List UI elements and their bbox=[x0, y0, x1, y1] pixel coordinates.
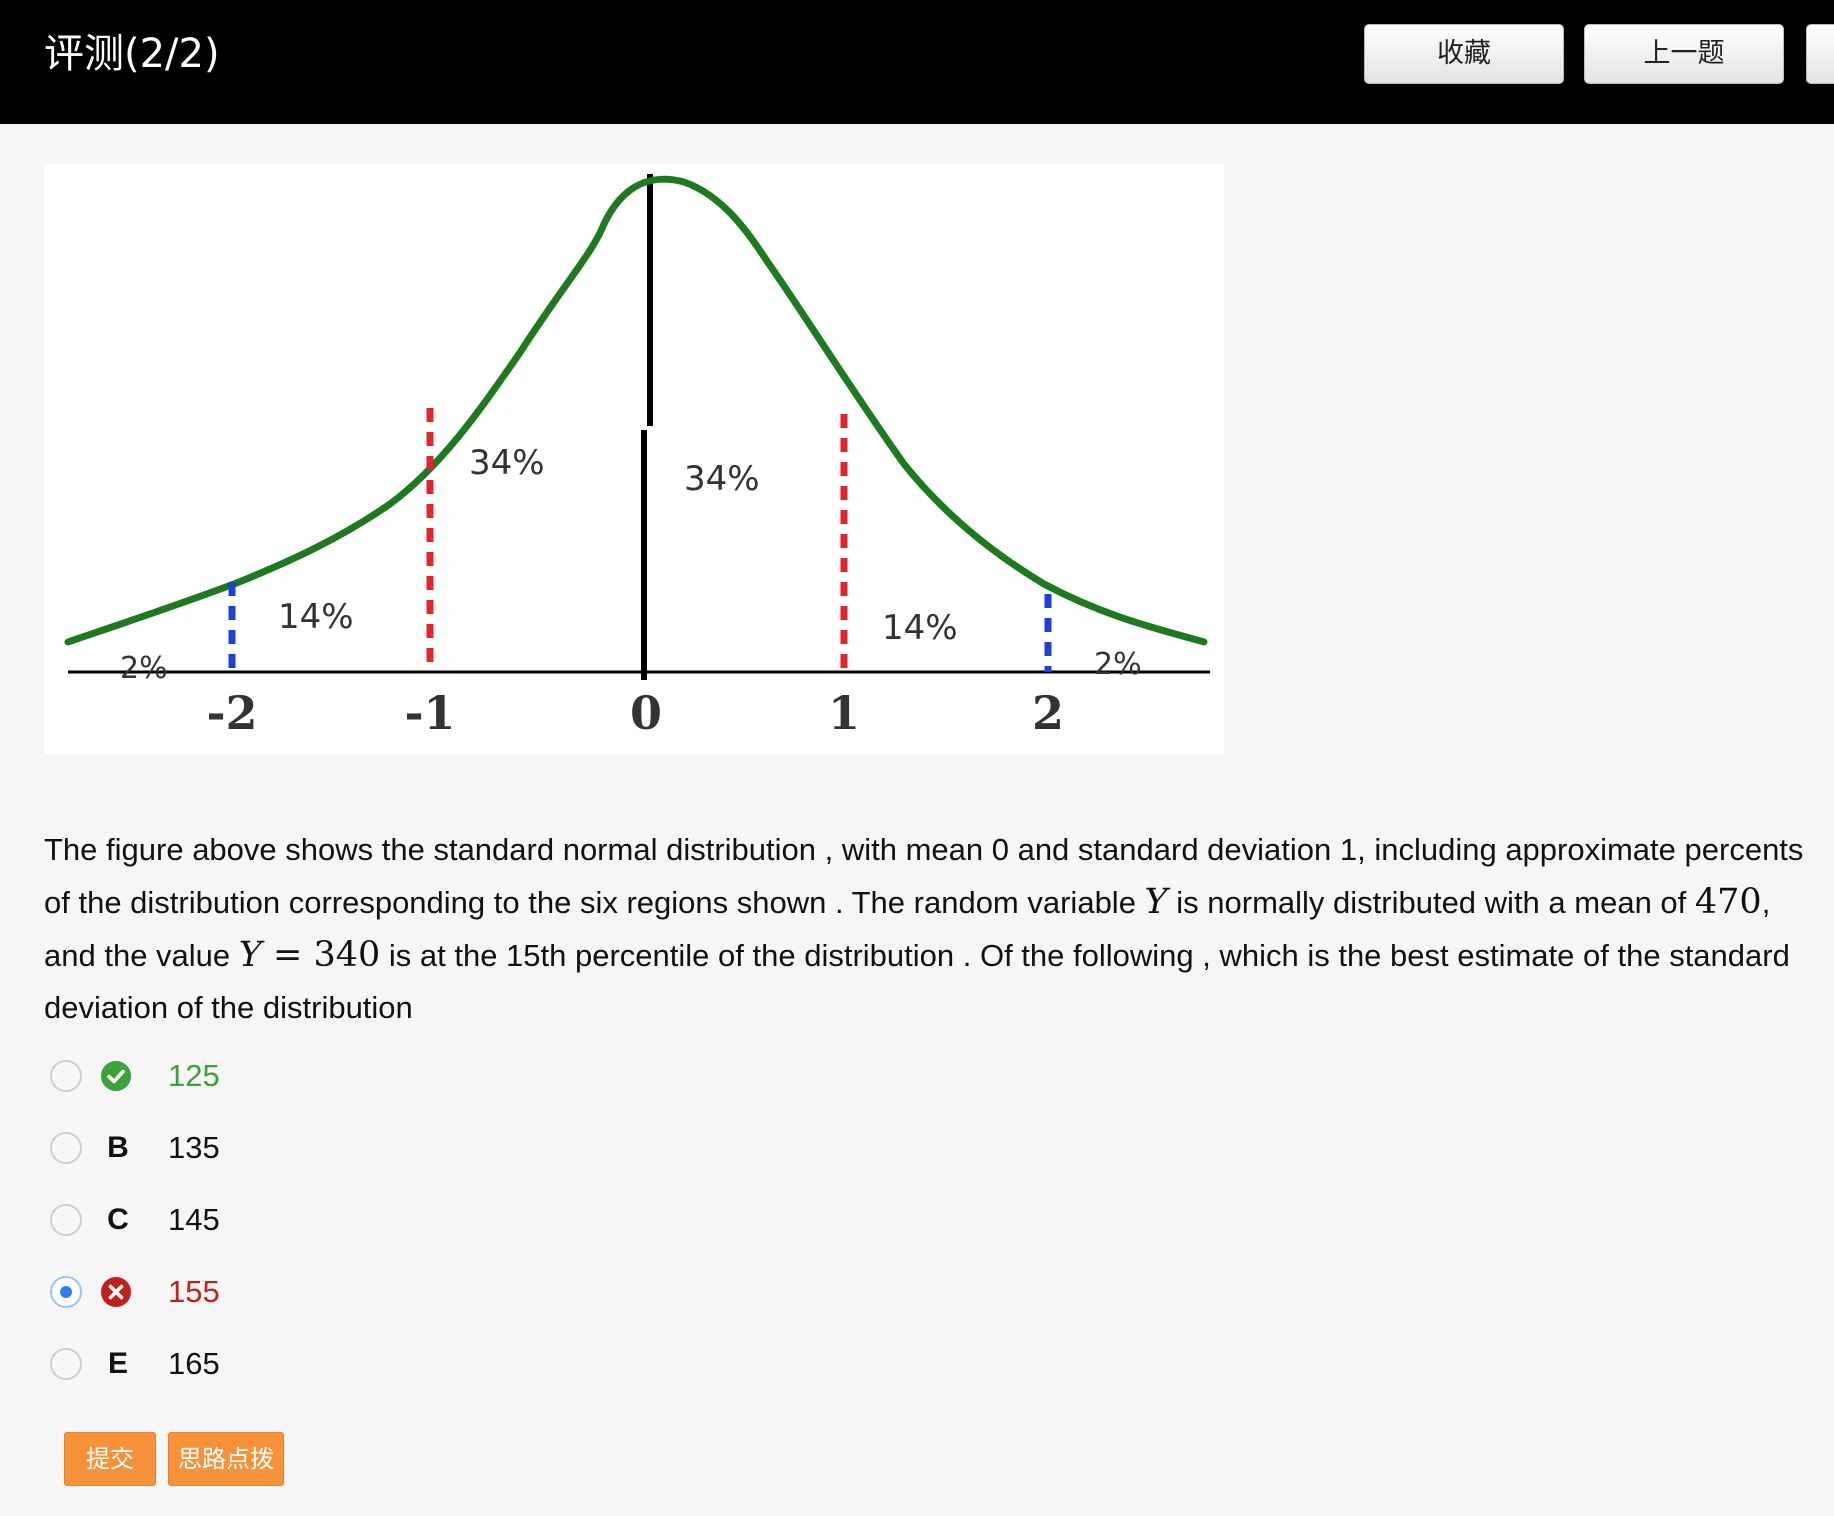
label-right-tail: 2% bbox=[1094, 647, 1142, 682]
option-d-text: 155 bbox=[168, 1274, 220, 1309]
option-a-radio[interactable] bbox=[50, 1060, 82, 1092]
hint-button[interactable]: 思路点拨 bbox=[168, 1432, 284, 1486]
tick-two: 2 bbox=[1032, 686, 1064, 740]
submit-button[interactable]: 提交 bbox=[64, 1432, 156, 1486]
question-value: 340 bbox=[313, 935, 381, 975]
tick-minus-two: -2 bbox=[206, 686, 257, 740]
tick-one: 1 bbox=[828, 686, 860, 740]
next-button-partial[interactable] bbox=[1806, 24, 1834, 84]
check-circle-icon bbox=[100, 1060, 132, 1092]
option-b-text: 135 bbox=[168, 1130, 220, 1165]
option-c-text: 145 bbox=[168, 1202, 220, 1237]
question-var2: Y bbox=[238, 935, 262, 975]
label-left-tail: 2% bbox=[120, 651, 168, 686]
page-title: 评测(2/2) bbox=[44, 31, 220, 77]
option-e-text: 165 bbox=[168, 1346, 220, 1381]
x-circle-icon bbox=[100, 1276, 132, 1308]
previous-question-button[interactable]: 上一题 bbox=[1584, 24, 1784, 84]
label-left-outer: 14% bbox=[278, 597, 354, 637]
option-b-radio[interactable] bbox=[50, 1132, 82, 1164]
option-c-radio[interactable] bbox=[50, 1204, 82, 1236]
question-var1: Y bbox=[1144, 882, 1168, 922]
question-part2: is normally distributed with a mean of bbox=[1167, 885, 1695, 920]
option-b-letter: B bbox=[107, 1131, 129, 1164]
option-e-radio[interactable] bbox=[50, 1348, 82, 1380]
question-text: The figure above shows the standard norm… bbox=[44, 824, 1824, 1034]
tick-zero: 0 bbox=[630, 686, 662, 740]
option-d-radio[interactable] bbox=[50, 1276, 82, 1308]
favorite-button[interactable]: 收藏 bbox=[1364, 24, 1564, 84]
option-b[interactable]: B 135 bbox=[50, 1126, 450, 1174]
question-mean: 470 bbox=[1694, 882, 1762, 922]
option-c[interactable]: C 145 bbox=[50, 1198, 450, 1246]
option-e[interactable]: E 165 bbox=[50, 1342, 450, 1390]
normal-curve bbox=[64, 175, 1208, 646]
normal-distribution-figure: 34% 34% 14% 14% 2% 2% -2 -1 0 1 2 bbox=[44, 164, 1224, 754]
top-bar: 评测(2/2) 收藏 上一题 bbox=[0, 0, 1834, 124]
option-e-letter: E bbox=[107, 1347, 128, 1380]
option-a[interactable]: 125 bbox=[50, 1054, 450, 1102]
option-d[interactable]: 155 bbox=[50, 1270, 450, 1318]
label-right-inner: 34% bbox=[684, 459, 760, 499]
option-c-letter: C bbox=[107, 1203, 129, 1236]
tick-minus-one: -1 bbox=[404, 686, 455, 740]
label-left-inner: 34% bbox=[469, 443, 545, 483]
label-right-outer: 14% bbox=[882, 608, 958, 648]
question-eq: = bbox=[261, 935, 314, 975]
option-a-text: 125 bbox=[168, 1058, 220, 1093]
normal-distribution-svg: 34% 34% 14% 14% 2% 2% -2 -1 0 1 2 bbox=[64, 174, 1210, 740]
